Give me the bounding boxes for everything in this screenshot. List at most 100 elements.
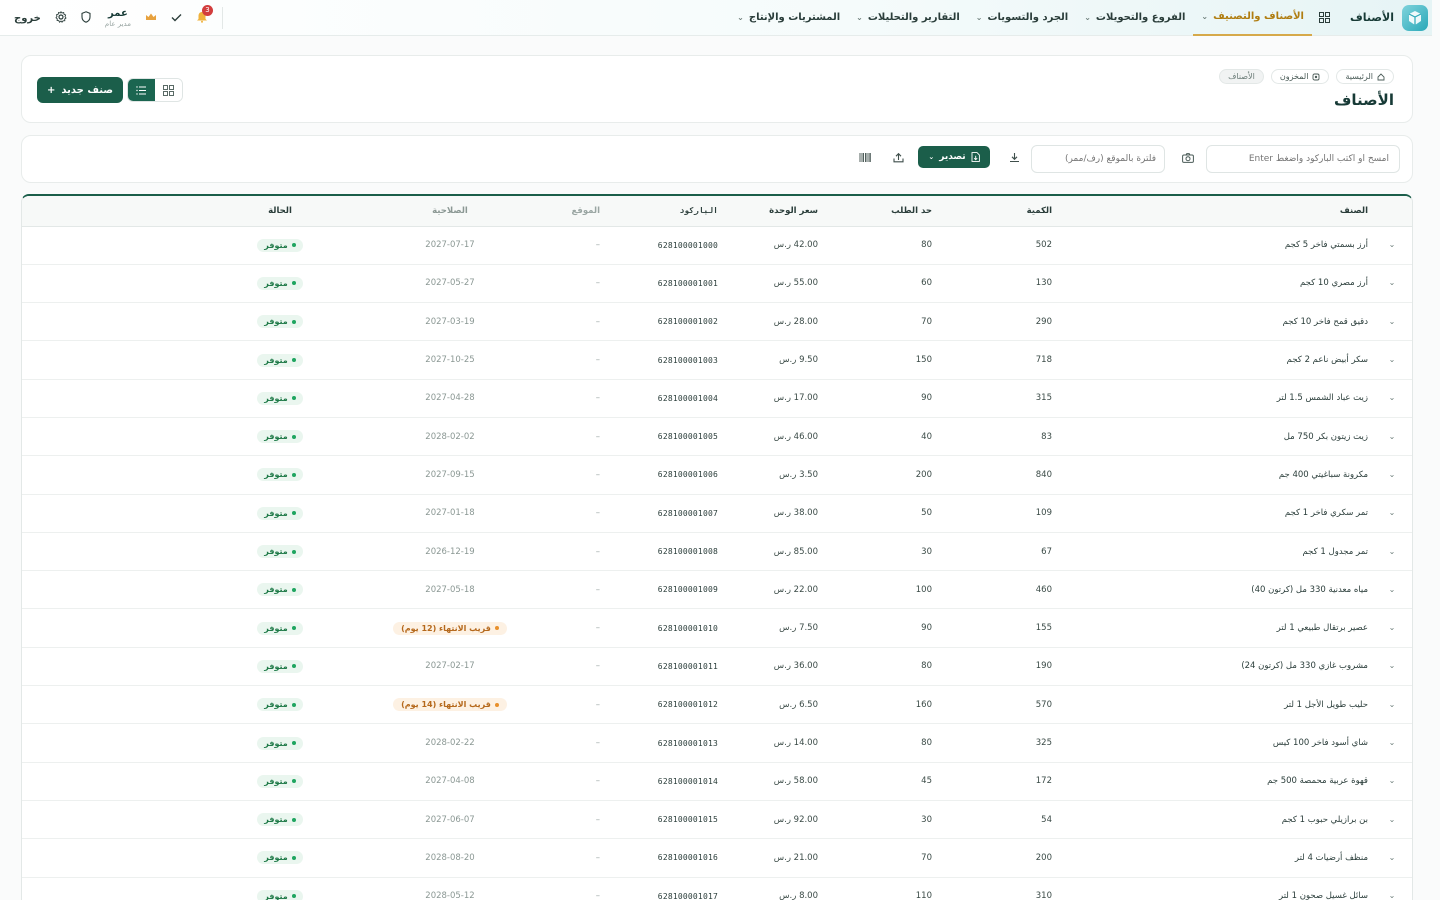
table-row[interactable]: ⌄ قهوة عربية محمصة 500 جم 172 45 58.00 ر… — [22, 762, 1412, 801]
item-reorder: 70 — [830, 302, 952, 342]
chevron-down-icon: ⌄ — [1388, 891, 1396, 900]
notification-bell-icon[interactable]: 3 — [196, 4, 213, 26]
camera-icon[interactable] — [1182, 153, 1194, 166]
check-icon[interactable] — [171, 12, 182, 25]
item-status: متوفر — [200, 647, 360, 687]
export-button[interactable]: تصدير ⌄ — [918, 146, 990, 168]
item-qty: 310 — [952, 877, 1072, 900]
page-header: الرئيسية المخزون الأصناف الأصناف صنف جدي… — [21, 55, 1413, 123]
expand-row-button[interactable]: ⌄ — [1372, 417, 1412, 457]
table-row[interactable]: ⌄ أرز مصري 10 كجم 130 60 55.00 ر.س 62810… — [22, 264, 1412, 304]
table-row[interactable]: ⌄ عصير برتقال طبيعي 1 لتر 155 90 7.50 ر.… — [22, 608, 1412, 648]
breadcrumb-current: الأصناف — [1219, 69, 1264, 84]
nav-item[interactable]: الفروع والتحويلات ⌄ — [1076, 0, 1193, 36]
col-qty-header[interactable]: الكمية — [952, 196, 1072, 227]
nav-item[interactable]: المشتريات والإنتاج ⌄ — [729, 0, 848, 36]
nav-item[interactable]: الأصناف والتصنيف ⌄ — [1193, 0, 1312, 36]
user-profile[interactable]: عمر مدير عام — [104, 8, 131, 28]
expand-row-button[interactable]: ⌄ — [1372, 838, 1412, 878]
brand-title: الأصناف — [1350, 11, 1394, 24]
expand-row-button[interactable]: ⌄ — [1372, 302, 1412, 342]
table-row[interactable]: ⌄ شاي أسود فاخر 100 كيس 325 80 14.00 ر.س… — [22, 723, 1412, 763]
item-barcode: 628100001010 — [600, 608, 730, 648]
item-name: زيت زيتون بكر 750 مل — [1072, 417, 1372, 457]
page-title: الأصناف — [1334, 91, 1394, 109]
item-reorder: 80 — [830, 226, 952, 265]
status-dot-icon — [291, 626, 296, 631]
grid-view-button[interactable] — [155, 79, 182, 101]
nav-item[interactable]: التقارير والتحليلات ⌄ — [848, 0, 968, 36]
table-row[interactable]: ⌄ دقيق قمح فاخر 10 كجم 290 70 28.00 ر.س … — [22, 302, 1412, 342]
breadcrumb-home[interactable]: الرئيسية — [1336, 69, 1394, 84]
expand-row-button[interactable]: ⌄ — [1372, 877, 1412, 900]
user-role: مدير عام — [104, 19, 131, 28]
table-row[interactable]: ⌄ أرز بسمتي فاخر 5 كجم 502 80 42.00 ر.س … — [22, 226, 1412, 265]
barcode-scan-input[interactable] — [1206, 145, 1400, 173]
breadcrumb-inventory[interactable]: المخزون — [1270, 69, 1330, 84]
table-row[interactable]: ⌄ مكرونة سباغيتي 400 جم 840 200 3.50 ر.س… — [22, 455, 1412, 495]
new-item-button[interactable]: صنف جديد + — [37, 77, 123, 103]
table-row[interactable]: ⌄ تمر سكري فاخر 1 كجم 109 50 38.00 ر.س 6… — [22, 494, 1412, 533]
expand-row-button[interactable]: ⌄ — [1372, 532, 1412, 572]
item-status: متوفر — [200, 800, 360, 840]
apps-grid-icon[interactable] — [1318, 11, 1330, 24]
status-badge: متوفر — [257, 813, 303, 827]
col-reorder-header[interactable]: حد الطلب — [830, 196, 952, 227]
item-expiry: 2027-07-17 — [360, 226, 540, 265]
item-reorder: 30 — [830, 532, 952, 572]
chevron-down-icon: ⌄ — [928, 153, 935, 161]
expiry-warning-text: قريب الانتهاء (12 يوم) — [401, 623, 491, 633]
table-row[interactable]: ⌄ تمر مجدول 1 كجم 67 30 85.00 ر.س 628100… — [22, 532, 1412, 572]
expand-row-button[interactable]: ⌄ — [1372, 455, 1412, 495]
expand-row-button[interactable]: ⌄ — [1372, 762, 1412, 801]
col-price-header[interactable]: سعر الوحدة — [730, 196, 830, 227]
expand-row-button[interactable]: ⌄ — [1372, 264, 1412, 304]
expand-row-button[interactable]: ⌄ — [1372, 723, 1412, 763]
expand-row-button[interactable]: ⌄ — [1372, 608, 1412, 648]
expand-row-button[interactable]: ⌄ — [1372, 800, 1412, 840]
table-row[interactable]: ⌄ مياه معدنية 330 مل (كرتون 40) 460 100 … — [22, 570, 1412, 610]
list-view-button[interactable] — [128, 79, 155, 101]
item-location: – — [540, 800, 600, 840]
shield-icon[interactable] — [81, 10, 91, 26]
chevron-down-icon: ⌄ — [737, 13, 744, 22]
item-qty: 67 — [952, 532, 1072, 572]
item-status: متوفر — [200, 762, 360, 801]
expand-row-button[interactable]: ⌄ — [1372, 570, 1412, 610]
table-row[interactable]: ⌄ زيت زيتون بكر 750 مل 83 40 46.00 ر.س 6… — [22, 417, 1412, 457]
table-row[interactable]: ⌄ مشروب غازي 330 مل (كرتون 24) 190 80 36… — [22, 647, 1412, 687]
expand-row-button[interactable]: ⌄ — [1372, 226, 1412, 265]
col-location-header[interactable]: الموقع — [540, 196, 600, 227]
expand-row-button[interactable]: ⌄ — [1372, 379, 1412, 418]
item-status: متوفر — [200, 494, 360, 533]
upload-icon[interactable] — [893, 152, 904, 166]
item-name: سائل غسيل صحون 1 لتر — [1072, 877, 1372, 900]
status-text: متوفر — [264, 776, 288, 786]
brand[interactable]: الأصناف — [1350, 4, 1428, 31]
logout-link[interactable]: خروج — [14, 13, 41, 24]
table-row[interactable]: ⌄ حليب طويل الأجل 1 لتر 570 160 6.50 ر.س… — [22, 685, 1412, 725]
col-expiry-header[interactable]: الصلاحية — [360, 196, 540, 227]
barcode-icon[interactable] — [859, 152, 871, 165]
expand-row-button[interactable]: ⌄ — [1372, 647, 1412, 687]
table-row[interactable]: ⌄ زيت عباد الشمس 1.5 لتر 315 90 17.00 ر.… — [22, 379, 1412, 418]
table-row[interactable]: ⌄ بن برازيلي حبوب 1 كجم 54 30 92.00 ر.س … — [22, 800, 1412, 840]
expand-row-button[interactable]: ⌄ — [1372, 340, 1412, 380]
expand-row-button[interactable]: ⌄ — [1372, 494, 1412, 533]
settings-icon[interactable] — [55, 10, 67, 26]
location-filter-input[interactable] — [1031, 145, 1165, 173]
col-name-header[interactable]: الصنف — [1072, 196, 1372, 227]
download-icon[interactable] — [1009, 152, 1020, 166]
nav-item[interactable]: الجرد والتسويات ⌄ — [968, 0, 1076, 36]
warning-dot-icon — [494, 702, 499, 707]
col-barcode-header[interactable]: الباركود — [600, 196, 730, 227]
col-status-header[interactable]: الحالة — [200, 196, 360, 227]
table-row[interactable]: ⌄ منظف أرضيات 4 لتر 200 70 21.00 ر.س 628… — [22, 838, 1412, 878]
item-qty: 325 — [952, 723, 1072, 763]
table-row[interactable]: ⌄ سكر أبيض ناعم 2 كجم 718 150 9.50 ر.س 6… — [22, 340, 1412, 380]
chevron-down-icon: ⌄ — [1388, 546, 1396, 556]
status-dot-icon — [291, 358, 296, 363]
expand-row-button[interactable]: ⌄ — [1372, 685, 1412, 725]
status-dot-icon — [291, 549, 296, 554]
table-row[interactable]: ⌄ سائل غسيل صحون 1 لتر 310 110 8.00 ر.س … — [22, 877, 1412, 900]
